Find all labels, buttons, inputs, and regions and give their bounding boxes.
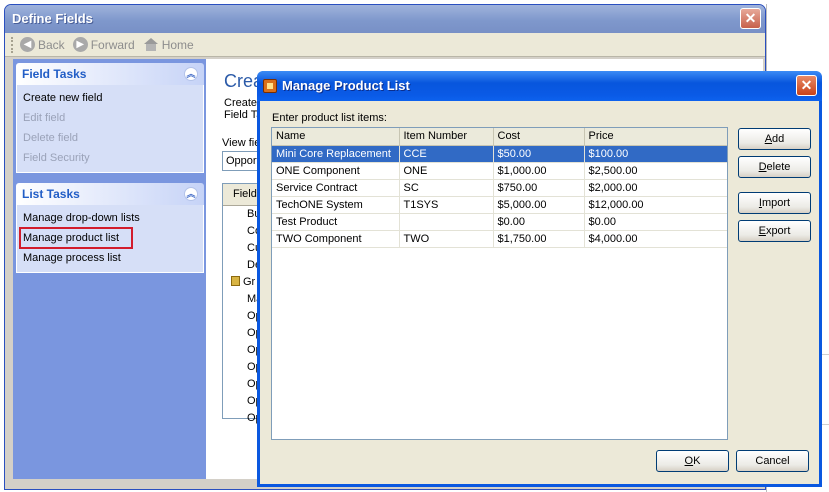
cancel-button[interactable]: Cancel	[736, 450, 809, 472]
cell-name[interactable]: ONE Component	[272, 162, 400, 180]
cell-price[interactable]: $12,000.00	[584, 196, 727, 214]
column-header-name[interactable]: Name	[272, 128, 400, 146]
add-label: dd	[772, 133, 785, 145]
ok-mnemonic: O	[684, 455, 694, 467]
cell-price[interactable]: $2,000.00	[584, 179, 727, 197]
field-security-link: Field Security	[23, 152, 90, 164]
cell-name[interactable]: TWO Component	[272, 230, 400, 248]
import-label: mport	[761, 197, 791, 209]
home-button[interactable]: Home	[143, 37, 194, 52]
manage-process-list-link[interactable]: Manage process list	[23, 248, 197, 268]
product-list-prompt: Enter product list items:	[272, 112, 387, 124]
table-row[interactable]: TWO Component TWO $1,750.00 $4,000.00	[272, 230, 727, 248]
window-title: Define Fields	[12, 11, 93, 26]
cell-name[interactable]: Service Contract	[272, 179, 400, 197]
export-mnemonic: E	[758, 225, 766, 237]
toolbar-grip[interactable]	[11, 36, 14, 53]
forward-label: Forward	[90, 37, 135, 52]
table-row[interactable]: Mini Core Replacement CCE $50.00 $100.00	[272, 145, 727, 163]
cell-price[interactable]: $4,000.00	[584, 230, 727, 248]
dialog-body: Enter product list items: Name Item Numb…	[260, 101, 819, 484]
collapse-chevron-icon[interactable]: ︽	[184, 67, 198, 81]
app-icon	[263, 79, 277, 93]
import-button[interactable]: Import	[738, 192, 811, 214]
home-label: Home	[161, 37, 194, 52]
task-sidebar: Field Tasks ︽ Create new field Edit fiel…	[13, 59, 206, 479]
table-row[interactable]: TechONE System T1SYS $5,000.00 $12,000.0…	[272, 196, 727, 214]
delete-button[interactable]: Delete	[738, 156, 811, 178]
define-fields-titlebar: Define Fields ✕	[5, 5, 765, 33]
cell-item-number[interactable]: TWO	[399, 230, 494, 248]
cell-cost[interactable]: $50.00	[493, 145, 585, 163]
back-arrow-icon: ◀	[20, 37, 35, 52]
export-label: xport	[765, 225, 791, 237]
delete-label: elete	[766, 161, 791, 173]
ok-button[interactable]: OK	[656, 450, 729, 472]
list-tasks-title: List Tasks	[22, 187, 80, 201]
field-tasks-header[interactable]: Field Tasks ︽	[16, 63, 204, 85]
cell-name[interactable]: TechONE System	[272, 196, 400, 214]
forward-button[interactable]: ▶ Forward	[72, 37, 135, 52]
product-table: Name Item Number Cost Price Mini Core Re…	[272, 128, 727, 248]
product-list-grid[interactable]: Name Item Number Cost Price Mini Core Re…	[271, 127, 728, 440]
delete-mnemonic: D	[758, 161, 767, 173]
cell-cost[interactable]: $1,000.00	[493, 162, 585, 180]
dialog-titlebar[interactable]: Manage Product List ✕	[257, 71, 822, 101]
add-button[interactable]: Add	[738, 128, 811, 150]
intro-line-1: Create	[224, 97, 258, 109]
ok-label: K	[693, 455, 701, 467]
cell-price[interactable]: $100.00	[584, 145, 727, 163]
cell-cost[interactable]: $1,750.00	[493, 230, 585, 248]
cell-name[interactable]: Mini Core Replacement	[272, 145, 400, 163]
cell-item-number[interactable]: T1SYS	[399, 196, 494, 214]
cell-item-number[interactable]: ONE	[399, 162, 494, 180]
home-icon	[143, 37, 159, 52]
back-button[interactable]: ◀ Back	[20, 37, 65, 52]
column-header-price[interactable]: Price	[584, 128, 727, 146]
view-fields-label: View fie	[222, 137, 261, 149]
list-tasks-panel: List Tasks ︽ Manage drop-down lists Mana…	[16, 183, 204, 273]
table-row[interactable]: ONE Component ONE $1,000.00 $2,500.00	[272, 162, 727, 180]
cell-name[interactable]: Test Product	[272, 213, 400, 231]
navigation-toolbar: ◀ Back ▶ Forward Home	[5, 33, 765, 57]
cell-item-number[interactable]: CCE	[399, 145, 494, 163]
column-header-cost[interactable]: Cost	[493, 128, 585, 146]
create-new-field-link[interactable]: Create new field	[23, 88, 197, 108]
cell-price[interactable]: $2,500.00	[584, 162, 727, 180]
table-row[interactable]: Test Product $0.00 $0.00	[272, 213, 727, 231]
list-tasks-body: Manage drop-down lists Manage product li…	[16, 205, 204, 273]
close-icon[interactable]: ✕	[740, 8, 761, 29]
add-mnemonic: A	[764, 133, 773, 145]
field-tasks-panel: Field Tasks ︽ Create new field Edit fiel…	[16, 63, 204, 173]
list-item-label: Gr	[243, 276, 256, 288]
column-header-item-number[interactable]: Item Number	[399, 128, 494, 146]
cell-cost[interactable]: $5,000.00	[493, 196, 585, 214]
close-icon[interactable]: ✕	[796, 75, 817, 96]
cell-item-number[interactable]: SC	[399, 179, 494, 197]
cell-price[interactable]: $0.00	[584, 213, 727, 231]
table-row[interactable]: Service Contract SC $750.00 $2,000.00	[272, 179, 727, 197]
field-tasks-title: Field Tasks	[22, 67, 87, 81]
forward-arrow-icon: ▶	[72, 37, 88, 52]
field-tasks-body: Create new field Edit field Delete field…	[16, 85, 204, 173]
export-button[interactable]: Export	[738, 220, 811, 242]
manage-product-list-dialog: Manage Product List ✕ Enter product list…	[257, 71, 822, 487]
edit-field-link: Edit field	[23, 112, 66, 124]
collapse-chevron-icon[interactable]: ︽	[184, 187, 198, 201]
cell-cost[interactable]: $0.00	[493, 213, 585, 231]
lock-icon	[231, 276, 240, 286]
dialog-title: Manage Product List	[282, 78, 410, 93]
manage-dropdown-lists-link[interactable]: Manage drop-down lists	[23, 208, 197, 228]
list-tasks-header[interactable]: List Tasks ︽	[16, 183, 204, 205]
back-label: Back	[38, 37, 65, 52]
cell-cost[interactable]: $750.00	[493, 179, 585, 197]
manage-product-list-link[interactable]: Manage product list	[19, 227, 133, 249]
table-header-row: Name Item Number Cost Price	[272, 128, 727, 146]
cell-item-number[interactable]	[399, 213, 494, 231]
delete-field-link: Delete field	[23, 132, 79, 144]
